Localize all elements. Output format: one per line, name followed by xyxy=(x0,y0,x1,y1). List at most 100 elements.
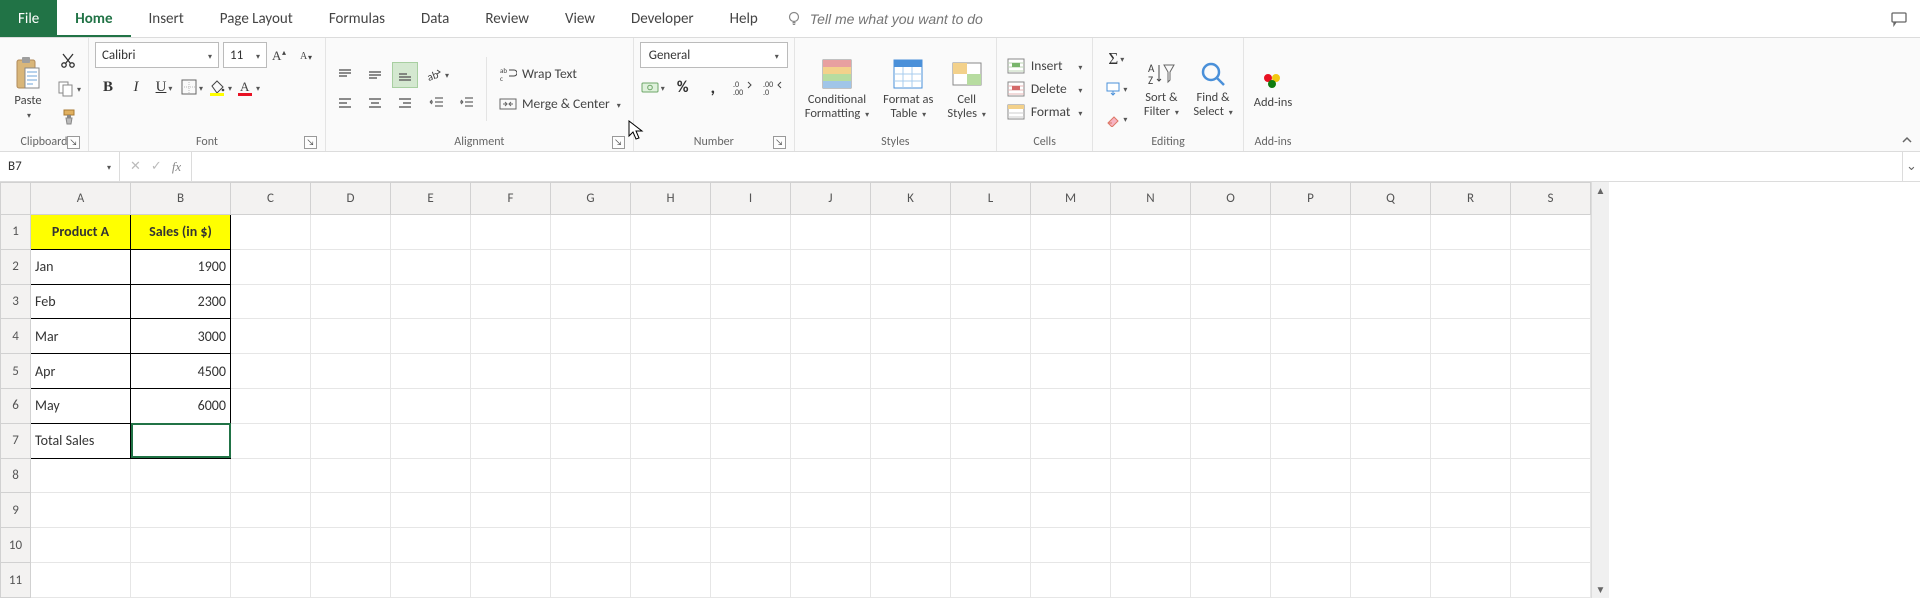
cell-G5[interactable] xyxy=(551,354,631,389)
col-header-Q[interactable]: Q xyxy=(1351,183,1431,215)
cell-A11[interactable] xyxy=(31,563,131,598)
cell-Q3[interactable] xyxy=(1351,284,1431,319)
cell-L7[interactable] xyxy=(951,423,1031,458)
cell-I5[interactable] xyxy=(711,354,791,389)
tab-review[interactable]: Review xyxy=(467,0,547,37)
cell-O4[interactable] xyxy=(1191,319,1271,354)
cell-C5[interactable] xyxy=(231,354,311,389)
cell-K9[interactable] xyxy=(871,493,951,528)
cell-M6[interactable] xyxy=(1031,388,1111,423)
scroll-down-arrow[interactable]: ▼ xyxy=(1594,581,1608,598)
cell-F8[interactable] xyxy=(471,458,551,493)
cell-F1[interactable] xyxy=(471,214,551,249)
row-header-8[interactable]: 8 xyxy=(1,458,31,493)
cell-A8[interactable] xyxy=(31,458,131,493)
conditional-formatting-button[interactable]: ConditionalFormatting xyxy=(801,55,873,123)
cell-L3[interactable] xyxy=(951,284,1031,319)
cell-A6[interactable]: May xyxy=(31,388,131,423)
cell-D3[interactable] xyxy=(311,284,391,319)
cell-R11[interactable] xyxy=(1431,563,1511,598)
cell-D11[interactable] xyxy=(311,563,391,598)
cell-M5[interactable] xyxy=(1031,354,1111,389)
tell-me-input[interactable] xyxy=(810,11,1050,27)
col-header-J[interactable]: J xyxy=(791,183,871,215)
formula-cancel-button[interactable]: ✕ xyxy=(130,159,141,174)
cell-R1[interactable] xyxy=(1431,214,1511,249)
cell-I6[interactable] xyxy=(711,388,791,423)
cell-M7[interactable] xyxy=(1031,423,1111,458)
comma-button[interactable]: , xyxy=(700,74,726,100)
row-header-7[interactable]: 7 xyxy=(1,423,31,458)
cell-A4[interactable]: Mar xyxy=(31,319,131,354)
align-left-button[interactable] xyxy=(332,90,358,116)
cell-A10[interactable] xyxy=(31,528,131,563)
cell-P5[interactable] xyxy=(1271,354,1351,389)
cell-G10[interactable] xyxy=(551,528,631,563)
row-header-2[interactable]: 2 xyxy=(1,249,31,284)
cell-S10[interactable] xyxy=(1511,528,1591,563)
cell-N6[interactable] xyxy=(1111,388,1191,423)
cell-H11[interactable] xyxy=(631,563,711,598)
col-header-P[interactable]: P xyxy=(1271,183,1351,215)
cell-O9[interactable] xyxy=(1191,493,1271,528)
cell-M1[interactable] xyxy=(1031,214,1111,249)
cell-D1[interactable] xyxy=(311,214,391,249)
cell-P6[interactable] xyxy=(1271,388,1351,423)
cell-L4[interactable] xyxy=(951,319,1031,354)
cell-R6[interactable] xyxy=(1431,388,1511,423)
cell-K11[interactable] xyxy=(871,563,951,598)
row-header-4[interactable]: 4 xyxy=(1,319,31,354)
cell-N1[interactable] xyxy=(1111,214,1191,249)
cell-B3[interactable]: 2300 xyxy=(131,284,231,319)
cell-F11[interactable] xyxy=(471,563,551,598)
cell-O7[interactable] xyxy=(1191,423,1271,458)
cell-G11[interactable] xyxy=(551,563,631,598)
cell-N2[interactable] xyxy=(1111,249,1191,284)
align-center-button[interactable] xyxy=(362,90,388,116)
cell-B6[interactable]: 6000 xyxy=(131,388,231,423)
autosum-button[interactable]: Σ xyxy=(1099,46,1133,72)
comments-button[interactable] xyxy=(1890,0,1908,37)
align-middle-button[interactable] xyxy=(362,62,388,88)
cell-B7[interactable] xyxy=(131,423,231,458)
cell-P8[interactable] xyxy=(1271,458,1351,493)
cell-G2[interactable] xyxy=(551,249,631,284)
tab-view[interactable]: View xyxy=(547,0,613,37)
cell-I4[interactable] xyxy=(711,319,791,354)
fill-button[interactable] xyxy=(1099,76,1133,102)
cell-I9[interactable] xyxy=(711,493,791,528)
cell-B4[interactable]: 3000 xyxy=(131,319,231,354)
align-bottom-button[interactable] xyxy=(392,62,418,88)
cell-S5[interactable] xyxy=(1511,354,1591,389)
cell-O10[interactable] xyxy=(1191,528,1271,563)
cell-E9[interactable] xyxy=(391,493,471,528)
col-header-N[interactable]: N xyxy=(1111,183,1191,215)
tab-home[interactable]: Home xyxy=(57,0,130,37)
cell-B8[interactable] xyxy=(131,458,231,493)
col-header-I[interactable]: I xyxy=(711,183,791,215)
cell-D9[interactable] xyxy=(311,493,391,528)
cut-button[interactable] xyxy=(56,48,82,74)
cell-Q5[interactable] xyxy=(1351,354,1431,389)
cell-J11[interactable] xyxy=(791,563,871,598)
cell-C10[interactable] xyxy=(231,528,311,563)
cell-M3[interactable] xyxy=(1031,284,1111,319)
cell-O8[interactable] xyxy=(1191,458,1271,493)
cell-B10[interactable] xyxy=(131,528,231,563)
orientation-button[interactable]: ab xyxy=(424,62,450,88)
cell-E1[interactable] xyxy=(391,214,471,249)
cell-D2[interactable] xyxy=(311,249,391,284)
formula-enter-button[interactable]: ✓ xyxy=(151,159,162,174)
cell-L8[interactable] xyxy=(951,458,1031,493)
cell-Q9[interactable] xyxy=(1351,493,1431,528)
cell-L11[interactable] xyxy=(951,563,1031,598)
number-format-select[interactable]: General xyxy=(640,42,788,68)
cell-H3[interactable] xyxy=(631,284,711,319)
cell-S1[interactable] xyxy=(1511,214,1591,249)
cell-F6[interactable] xyxy=(471,388,551,423)
scroll-up-arrow[interactable]: ▲ xyxy=(1594,182,1608,199)
cell-I2[interactable] xyxy=(711,249,791,284)
cell-L9[interactable] xyxy=(951,493,1031,528)
cell-N10[interactable] xyxy=(1111,528,1191,563)
cell-D10[interactable] xyxy=(311,528,391,563)
